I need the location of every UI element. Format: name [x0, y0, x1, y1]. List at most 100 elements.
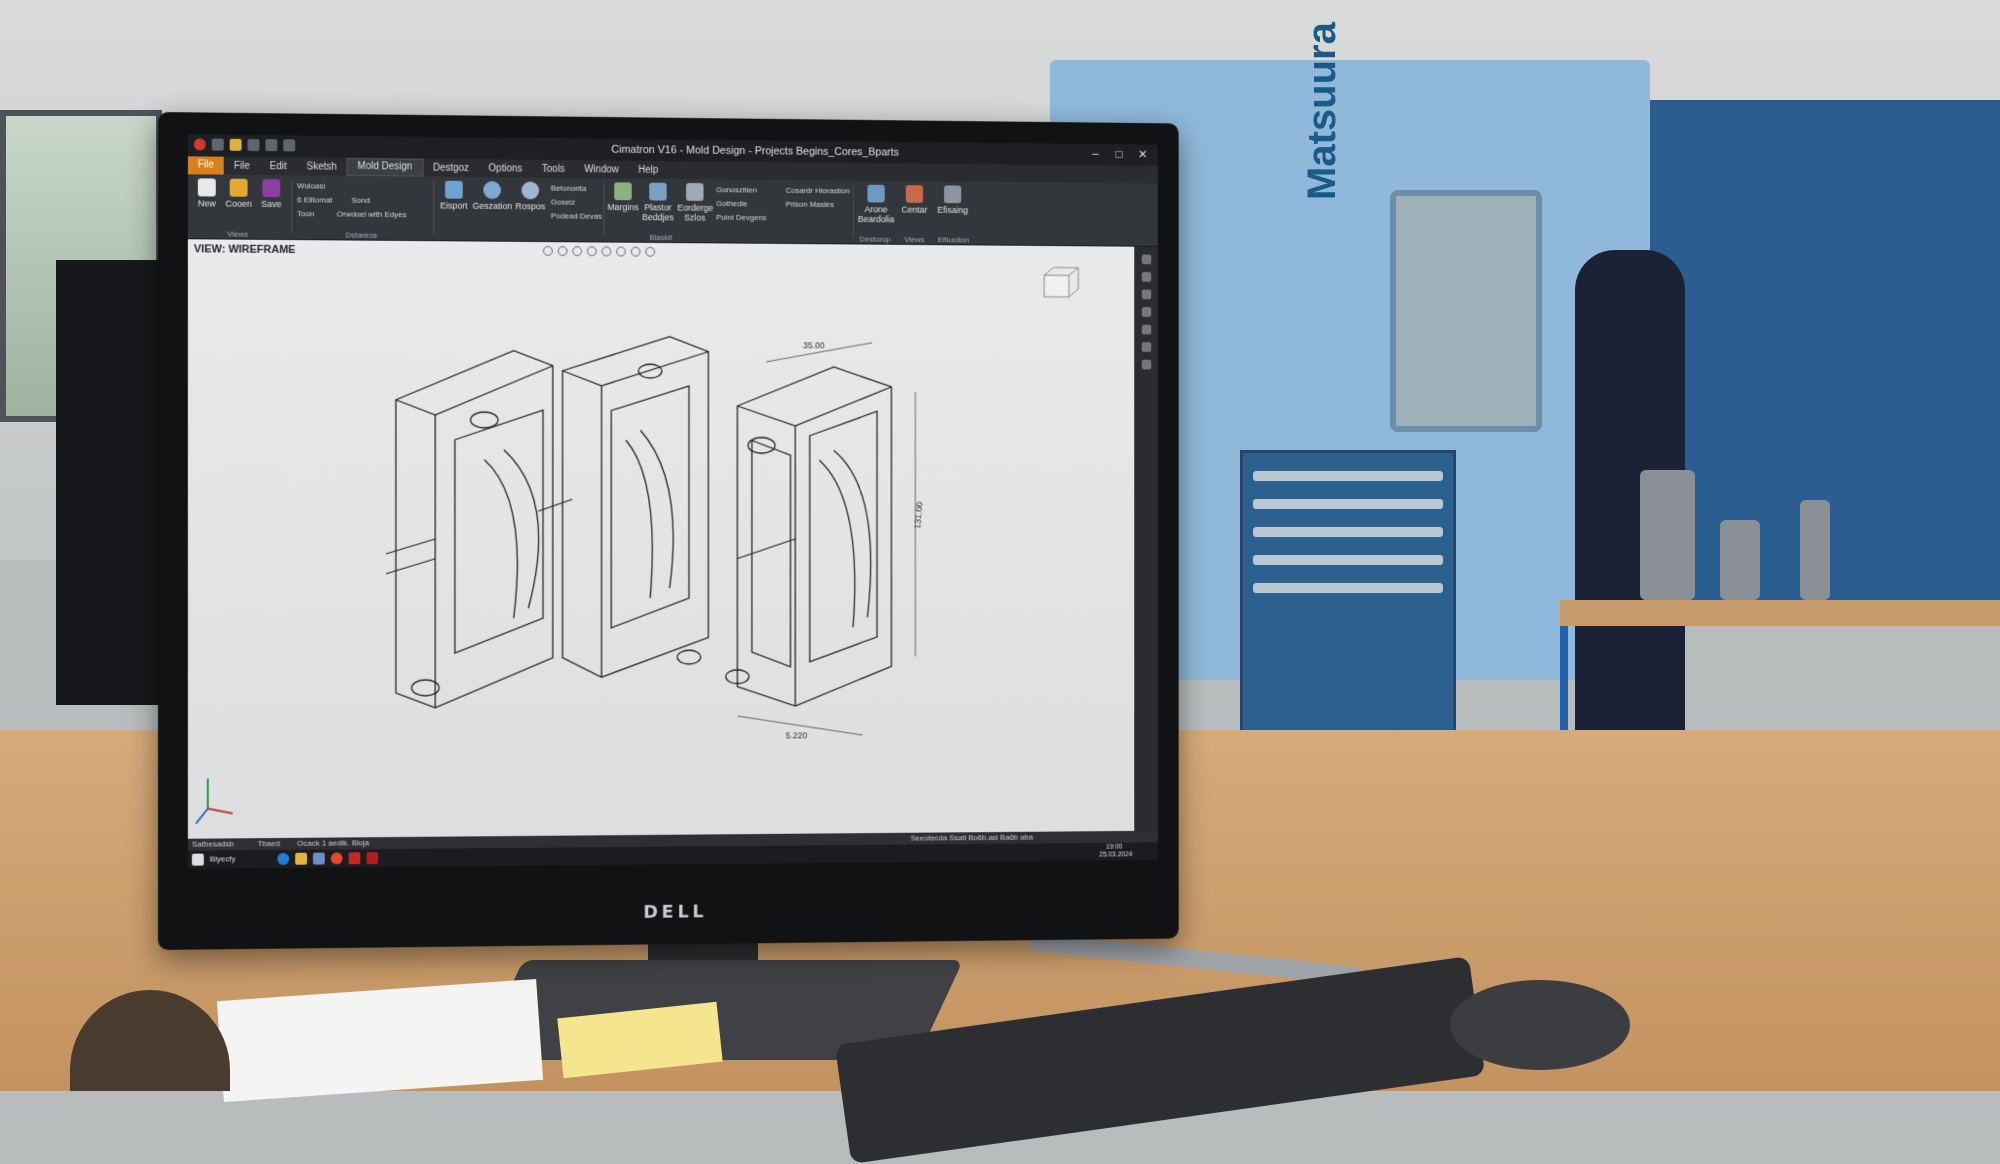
view-cube-icon[interactable]: [1044, 267, 1078, 297]
ribbon-separator: [603, 182, 605, 236]
filter-icon[interactable]: [1141, 307, 1151, 317]
measure-icon[interactable]: [1141, 289, 1151, 300]
export-icon: [445, 180, 463, 199]
group-label-blaskit: Blaskit: [649, 232, 673, 243]
ribbon-item-sond[interactable]: Sond: [352, 196, 370, 205]
taskbar-time: 19:00: [1105, 843, 1123, 851]
minimize-button[interactable]: –: [1087, 147, 1104, 161]
geszation-button[interactable]: Geszation: [473, 181, 512, 211]
window-title: Cimatron V16 - Mold Design - Projects Be…: [611, 143, 899, 159]
ribbon-item-prison-masles[interactable]: Prison Masles: [786, 200, 834, 209]
pdf-reader-icon[interactable]: [366, 852, 379, 865]
cad-viewport[interactable]: VIEW: WIREFRAME 35.00 131.00 5.220: [187, 239, 1135, 839]
group-label-views2: Views: [904, 235, 925, 245]
bearing-icon: [867, 184, 885, 203]
menu-window[interactable]: Window: [574, 164, 628, 175]
mouse: [1450, 980, 1630, 1070]
redo-icon[interactable]: [283, 139, 296, 152]
arone-label: Arone Beardolia: [857, 204, 895, 225]
history-icon[interactable]: [1141, 342, 1151, 352]
group-label-dstareos: Dstareos: [345, 230, 378, 240]
group-label-views: Views: [227, 229, 249, 239]
binoculars-icon: [944, 185, 962, 204]
open-folder-icon[interactable]: [229, 138, 242, 151]
new-file-icon[interactable]: [211, 138, 224, 151]
app-icon[interactable]: [193, 138, 206, 151]
ribbon-item-woloasi[interactable]: Woloasi: [297, 181, 325, 190]
ribbon-item-betonorita[interactable]: Betonorita: [551, 184, 587, 193]
dimension-right: 131.00: [913, 502, 925, 530]
new-document-icon: [197, 178, 216, 197]
ribbon-item-podead-devas[interactable]: Podead Devas: [551, 211, 602, 220]
menu-file[interactable]: File: [224, 160, 260, 171]
menu-mold-design[interactable]: Mold Design: [346, 157, 424, 177]
tool-holder: [1640, 470, 1695, 600]
menu-edit[interactable]: Edit: [260, 161, 297, 172]
save-icon[interactable]: [247, 138, 260, 152]
globe-icon: [483, 181, 501, 200]
machine-door: [1390, 190, 1542, 432]
monitor-brand-logo: DELL: [643, 901, 708, 923]
chrome-icon[interactable]: [330, 852, 343, 865]
ribbon-item-point-devgens[interactable]: Point Devgens: [716, 213, 766, 222]
new-label: New: [197, 198, 216, 209]
tool-holder: [1800, 500, 1830, 600]
centar-button[interactable]: Centar: [899, 185, 930, 215]
save-label: Save: [261, 198, 282, 210]
layers-icon[interactable]: [1141, 272, 1151, 282]
status-left: Satbesadsb: [191, 839, 234, 849]
ribbon-item-goseiz[interactable]: Goseiz: [551, 198, 575, 207]
windows-start-icon[interactable]: [191, 853, 204, 866]
taskbar-search[interactable]: Blyecfy: [210, 854, 236, 863]
store-icon[interactable]: [312, 852, 325, 865]
close-button[interactable]: ✕: [1134, 147, 1151, 161]
open-button[interactable]: Cooen: [224, 178, 254, 209]
save-button[interactable]: Save: [257, 178, 285, 210]
ribbon-item-gothedie[interactable]: Gothedie: [716, 199, 747, 208]
ribbon-item-orwdoel[interactable]: Orwdoel with Edyes: [337, 210, 407, 220]
ribbon-item-cosardr[interactable]: Cosardr Hiorastion: [786, 186, 850, 195]
ribbon-separator: [853, 184, 854, 238]
taskbar-date: 25.03.2024: [1099, 851, 1133, 859]
plastor-beddjes-button[interactable]: Plastor Beddjes: [640, 182, 675, 223]
menu-help[interactable]: Help: [629, 164, 668, 175]
folder-icon: [229, 178, 248, 197]
edge-icon: [686, 183, 704, 201]
efisaing-label: Efisaing: [937, 204, 968, 216]
group-label-efiiuoiton: Efiiuoiton: [937, 235, 970, 245]
ribbon-separator: [433, 180, 435, 235]
ribbon-item-gonoszitien[interactable]: Gonoszitien: [716, 185, 757, 194]
properties-icon[interactable]: [1141, 254, 1151, 265]
menu-destgoz[interactable]: Destgoz: [423, 162, 479, 173]
menu-file-orange[interactable]: File: [187, 156, 224, 175]
arone-beardolia-button[interactable]: Arone Beardolia: [857, 184, 895, 225]
margins-label: Margins: [607, 202, 639, 213]
settings-icon[interactable]: [1141, 324, 1151, 335]
centar-label: Centar: [901, 204, 928, 215]
menu-tools[interactable]: Tools: [532, 163, 574, 174]
rospos-label: Rospos: [515, 201, 546, 212]
efisaing-button[interactable]: Efisaing: [934, 185, 972, 215]
menu-options[interactable]: Options: [479, 163, 532, 174]
maximize-button[interactable]: □: [1111, 147, 1128, 161]
monitor: Cimatron V16 - Mold Design - Projects Be…: [158, 112, 1179, 950]
notes-icon[interactable]: [1141, 359, 1151, 370]
new-button[interactable]: New: [194, 178, 220, 209]
status-tab[interactable]: Tbaed: [257, 839, 279, 848]
status-right: Seeotecda Ssatl Bo6b.asi Ba6b aba: [910, 832, 1033, 843]
axis-triad-icon: [196, 779, 233, 824]
open-label: Cooen: [225, 198, 252, 209]
menu-sketch[interactable]: Sketsh: [297, 161, 347, 172]
ribbon-item-elitomat[interactable]: 6 Elitomat: [297, 195, 332, 204]
geszation-label: Geszation: [472, 200, 513, 212]
edge-browser-icon[interactable]: [277, 852, 290, 865]
cimatron-app-icon[interactable]: [348, 852, 361, 865]
margins-button[interactable]: Margins: [607, 182, 639, 213]
rospos-button[interactable]: Rospos: [514, 181, 547, 211]
ribbon-item-toon[interactable]: Toon: [297, 209, 314, 218]
screen: Cimatron V16 - Mold Design - Projects Be…: [187, 134, 1158, 869]
eorderge-button[interactable]: Eorderge Szlos: [677, 183, 713, 223]
file-explorer-icon[interactable]: [295, 852, 308, 865]
eisport-button[interactable]: Eisport: [437, 180, 470, 211]
undo-icon[interactable]: [265, 139, 278, 152]
